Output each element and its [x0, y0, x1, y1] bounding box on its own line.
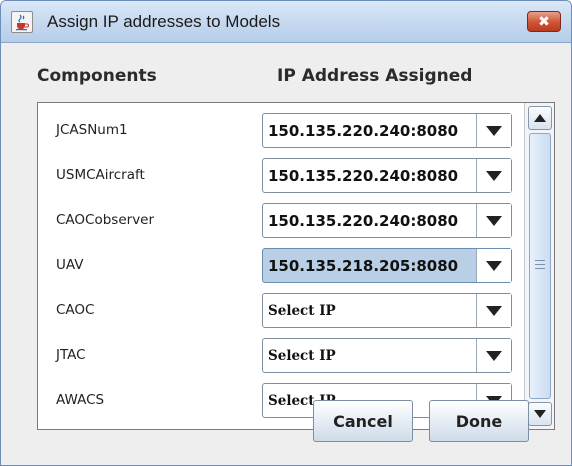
table-row: USMCAircraft 150.135.220.240:8080	[38, 153, 524, 198]
ip-select-jtac[interactable]: Select IP	[262, 338, 512, 373]
dropdown-button[interactable]	[476, 204, 511, 237]
dropdown-button[interactable]	[476, 114, 511, 147]
component-label: USMCAircraft	[56, 167, 145, 183]
dropdown-button[interactable]	[476, 294, 511, 327]
component-label: CAOCobserver	[56, 212, 155, 228]
component-label: UAV	[56, 257, 84, 273]
component-label: JCASNum1	[56, 122, 128, 138]
component-label: JTAC	[56, 347, 86, 363]
chevron-down-icon	[534, 410, 546, 418]
component-label: CAOC	[56, 302, 95, 318]
close-icon: ✖	[538, 13, 550, 30]
chevron-up-icon	[534, 114, 546, 122]
ip-select-caoc[interactable]: Select IP	[262, 293, 512, 328]
title-bar[interactable]: Assign IP addresses to Models ✖	[1, 1, 571, 43]
grip-icon	[535, 260, 545, 270]
ip-select-jcasnum1[interactable]: 150.135.220.240:8080	[262, 113, 512, 148]
ip-select-uav[interactable]: 150.135.218.205:8080	[262, 248, 512, 283]
ip-select-value: Select IP	[268, 303, 336, 319]
ip-select-value: 150.135.220.240:8080	[268, 212, 459, 230]
chevron-down-icon	[486, 260, 502, 271]
done-button[interactable]: Done	[429, 400, 529, 442]
table-row: CAOCobserver 150.135.220.240:8080	[38, 198, 524, 243]
java-cup-icon	[11, 11, 33, 33]
scroll-up-button[interactable]	[528, 106, 552, 130]
ip-select-value: Select IP	[268, 348, 336, 364]
ip-select-caocobserver[interactable]: 150.135.220.240:8080	[262, 203, 512, 238]
ip-select-value: 150.135.218.205:8080	[268, 257, 459, 275]
chevron-down-icon	[486, 125, 502, 136]
ip-select-usmcaircraft[interactable]: 150.135.220.240:8080	[262, 158, 512, 193]
close-button[interactable]: ✖	[527, 11, 561, 32]
table-row: JTAC Select IP	[38, 333, 524, 378]
dropdown-button[interactable]	[476, 249, 511, 282]
table-row: CAOC Select IP	[38, 288, 524, 333]
component-label: AWACS	[56, 392, 105, 408]
assign-ip-dialog: Assign IP addresses to Models ✖ Componen…	[0, 0, 572, 466]
table-row: UAV 150.135.218.205:8080	[38, 243, 524, 288]
table-row: JCASNum1 150.135.220.240:8080	[38, 108, 524, 153]
chevron-down-icon	[486, 305, 502, 316]
ip-select-value: 150.135.220.240:8080	[268, 122, 459, 140]
chevron-down-icon	[486, 215, 502, 226]
dropdown-button[interactable]	[476, 339, 511, 372]
ip-address-header: IP Address Assigned	[277, 66, 473, 86]
cancel-button[interactable]: Cancel	[313, 400, 413, 442]
dialog-content: Components IP Address Assigned JCASNum1 …	[1, 44, 571, 465]
scroll-thumb[interactable]	[529, 133, 551, 399]
scroll-down-button[interactable]	[528, 402, 552, 426]
vertical-scrollbar[interactable]	[524, 103, 554, 429]
dropdown-button[interactable]	[476, 159, 511, 192]
ip-select-value: 150.135.220.240:8080	[268, 167, 459, 185]
components-header: Components	[37, 66, 157, 86]
chevron-down-icon	[486, 350, 502, 361]
window-title: Assign IP addresses to Models	[47, 12, 281, 31]
assignment-table: JCASNum1 150.135.220.240:8080 USMCAircra…	[37, 102, 555, 430]
chevron-down-icon	[486, 170, 502, 181]
